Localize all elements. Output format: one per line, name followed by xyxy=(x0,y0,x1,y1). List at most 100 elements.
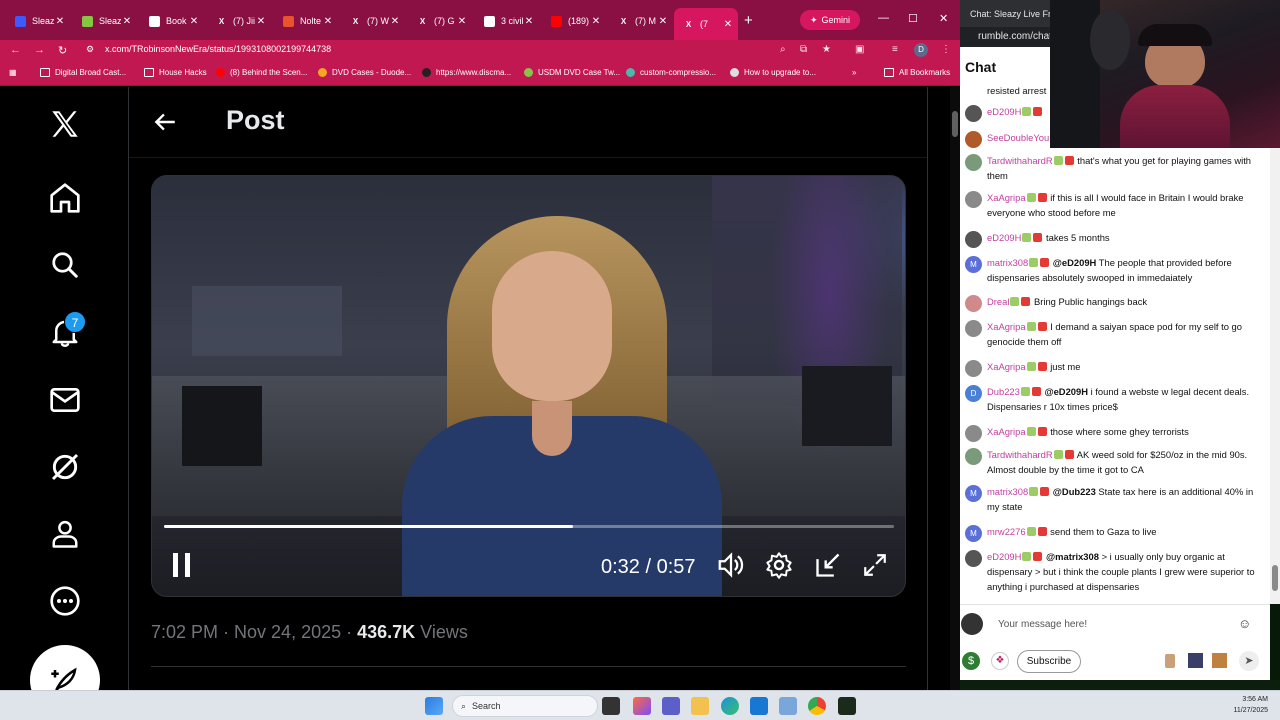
browser-tab[interactable]: 3 civil ✕ xyxy=(475,8,539,34)
maximize-icon[interactable]: ☐ xyxy=(908,12,918,25)
chat-username[interactable]: matrix308 xyxy=(987,257,1028,268)
system-clock[interactable]: 3:56 AM 11/27/2025 xyxy=(1222,694,1268,716)
chat-user-avatar[interactable] xyxy=(965,191,982,208)
chat-user-avatar[interactable]: M xyxy=(965,485,982,502)
bookmark-item[interactable]: Digital Broad Cast... xyxy=(40,68,126,77)
browser-tab[interactable]: X (7) G ✕ xyxy=(408,8,472,34)
close-tab-icon[interactable]: ✕ xyxy=(54,16,66,27)
chat-username[interactable]: SeeDoubleYou xyxy=(987,132,1049,143)
volume-icon[interactable] xyxy=(716,550,746,585)
store-icon[interactable] xyxy=(750,697,768,715)
chat-message[interactable]: XaAgripa I demand a saiyan space pod for… xyxy=(960,319,1268,349)
settings-gear-icon[interactable] xyxy=(765,550,793,585)
task-view-icon[interactable] xyxy=(602,697,620,715)
site-info-icon[interactable]: ⚙ xyxy=(86,44,94,55)
chat-user-avatar[interactable] xyxy=(965,448,982,465)
browser-tab[interactable]: X (7) W ✕ xyxy=(341,8,405,34)
page-scrollbar[interactable] xyxy=(950,87,960,690)
browser-tab[interactable]: X (7) M ✕ xyxy=(609,8,673,34)
compose-post-button[interactable] xyxy=(30,645,100,690)
video-player[interactable]: 0:32 / 0:57 xyxy=(151,175,906,597)
chat-username[interactable]: matrix308 xyxy=(987,486,1028,497)
menu-dots-icon[interactable]: ⋮ xyxy=(941,44,951,55)
rumble-url[interactable]: rumble.com/chat xyxy=(978,31,1052,42)
bookmark-item[interactable]: How to upgrade to... xyxy=(730,68,816,77)
chat-message[interactable]: TardwithahardR AK weed sold for $250/oz … xyxy=(960,447,1268,477)
more-circle-icon[interactable] xyxy=(46,582,84,620)
taskbar-search[interactable]: ⌕ Search xyxy=(452,695,598,717)
edge-icon[interactable] xyxy=(721,697,739,715)
bookmark-item[interactable]: House Hacks xyxy=(144,68,207,77)
chat-username[interactable]: XaAgripa xyxy=(987,426,1026,437)
chat-user-avatar[interactable]: M xyxy=(965,525,982,542)
emote-icon[interactable] xyxy=(1188,653,1203,668)
chrome-icon[interactable] xyxy=(808,697,826,715)
bookmark-item[interactable]: custom-compressio... xyxy=(626,68,716,77)
search-icon[interactable] xyxy=(46,246,84,284)
bookmark-star-icon[interactable]: ★ xyxy=(822,44,831,55)
chat-username[interactable]: eD209H xyxy=(987,551,1021,562)
emoji-icon[interactable]: ☺ xyxy=(1238,616,1251,631)
chat-message-input[interactable]: Your message here! xyxy=(998,619,1087,630)
zoom-icon[interactable]: ⌕ xyxy=(780,44,786,55)
pause-icon[interactable] xyxy=(170,550,194,585)
chat-username[interactable]: Dreal xyxy=(987,296,1009,307)
close-tab-icon[interactable]: ✕ xyxy=(389,16,401,27)
chat-user-avatar[interactable] xyxy=(965,425,982,442)
close-tab-icon[interactable]: ✕ xyxy=(722,19,734,30)
chat-user-avatar[interactable]: D xyxy=(965,385,982,402)
send-icon[interactable]: ➤ xyxy=(1239,651,1259,671)
chat-message[interactable]: eD209H takes 5 months xyxy=(960,230,1268,248)
close-tab-icon[interactable]: ✕ xyxy=(590,16,602,27)
chat-username[interactable]: mrw2276 xyxy=(987,526,1026,537)
teams-icon[interactable] xyxy=(662,697,680,715)
chat-mention[interactable]: @eD209H xyxy=(1053,257,1097,268)
back-icon[interactable]: ← xyxy=(10,44,21,56)
messages-mail-icon[interactable] xyxy=(46,381,84,419)
chat-username[interactable]: TardwithahardR xyxy=(987,449,1053,460)
video-progress-bar[interactable] xyxy=(164,525,894,528)
chat-message[interactable]: XaAgripa those where some ghey terrorist… xyxy=(960,424,1268,442)
browser-tab[interactable]: Book ✕ xyxy=(140,8,204,34)
sticker-icon[interactable] xyxy=(1165,654,1175,668)
obs-icon[interactable] xyxy=(838,697,856,715)
chat-mention[interactable]: @eD209H xyxy=(1044,386,1088,397)
browser-tab[interactable]: Sleaz ✕ xyxy=(6,8,70,34)
bookmark-item[interactable]: USDM DVD Case Tw... xyxy=(524,68,620,77)
chat-user-avatar[interactable] xyxy=(965,154,982,171)
profile-person-icon[interactable] xyxy=(46,515,84,553)
more-bookmarks-icon[interactable]: » xyxy=(852,68,856,77)
chat-message[interactable]: eD209H @matrix308 > i usually only buy o… xyxy=(960,549,1268,594)
forward-icon[interactable]: → xyxy=(34,44,45,56)
chat-message[interactable]: XaAgripa just me xyxy=(960,359,1268,377)
chat-username[interactable]: TardwithahardR xyxy=(987,155,1053,166)
apps-grid-icon[interactable]: ▦ xyxy=(9,68,17,77)
profile-avatar[interactable]: D xyxy=(914,43,928,57)
chat-username[interactable]: Dub223 xyxy=(987,386,1020,397)
chat-username[interactable]: XaAgripa xyxy=(987,321,1026,332)
chat-user-avatar[interactable] xyxy=(965,105,982,122)
page-scrollbar-thumb[interactable] xyxy=(952,111,958,137)
new-tab-button[interactable]: + xyxy=(744,12,753,29)
close-tab-icon[interactable]: ✕ xyxy=(456,16,468,27)
windows-start-icon[interactable] xyxy=(425,697,443,715)
chat-message[interactable]: D Dub223 @eD209H i found a webste w legal… xyxy=(960,384,1268,414)
bookmark-item[interactable]: https://www.discma... xyxy=(422,68,511,77)
media-icon[interactable]: ≡ xyxy=(892,44,898,55)
chat-user-avatar[interactable] xyxy=(965,550,982,567)
file-explorer-icon[interactable] xyxy=(691,697,709,715)
picture-in-picture-icon[interactable] xyxy=(814,550,842,585)
chat-message[interactable]: Dreal Bring Public hangings back xyxy=(960,294,1268,312)
all-bookmarks[interactable]: All Bookmarks xyxy=(884,68,950,77)
chat-username[interactable]: eD209H xyxy=(987,232,1021,243)
chat-user-avatar[interactable] xyxy=(965,360,982,377)
copilot-icon[interactable] xyxy=(633,697,651,715)
chat-username[interactable]: XaAgripa xyxy=(987,192,1026,203)
chat-mention[interactable]: @matrix308 xyxy=(1046,551,1099,562)
chat-message-list[interactable]: resisted arrest eD209H SeeDoubleYou Tardw… xyxy=(960,85,1270,604)
chat-user-avatar[interactable] xyxy=(965,295,982,312)
close-tab-icon[interactable]: ✕ xyxy=(255,16,267,27)
browser-tab[interactable]: Sleaz ✕ xyxy=(73,8,137,34)
gemini-button[interactable]: ✦ Gemini xyxy=(800,10,860,30)
url-field[interactable]: x.com/TRobinsonNewEra/status/19931080021… xyxy=(105,44,331,54)
